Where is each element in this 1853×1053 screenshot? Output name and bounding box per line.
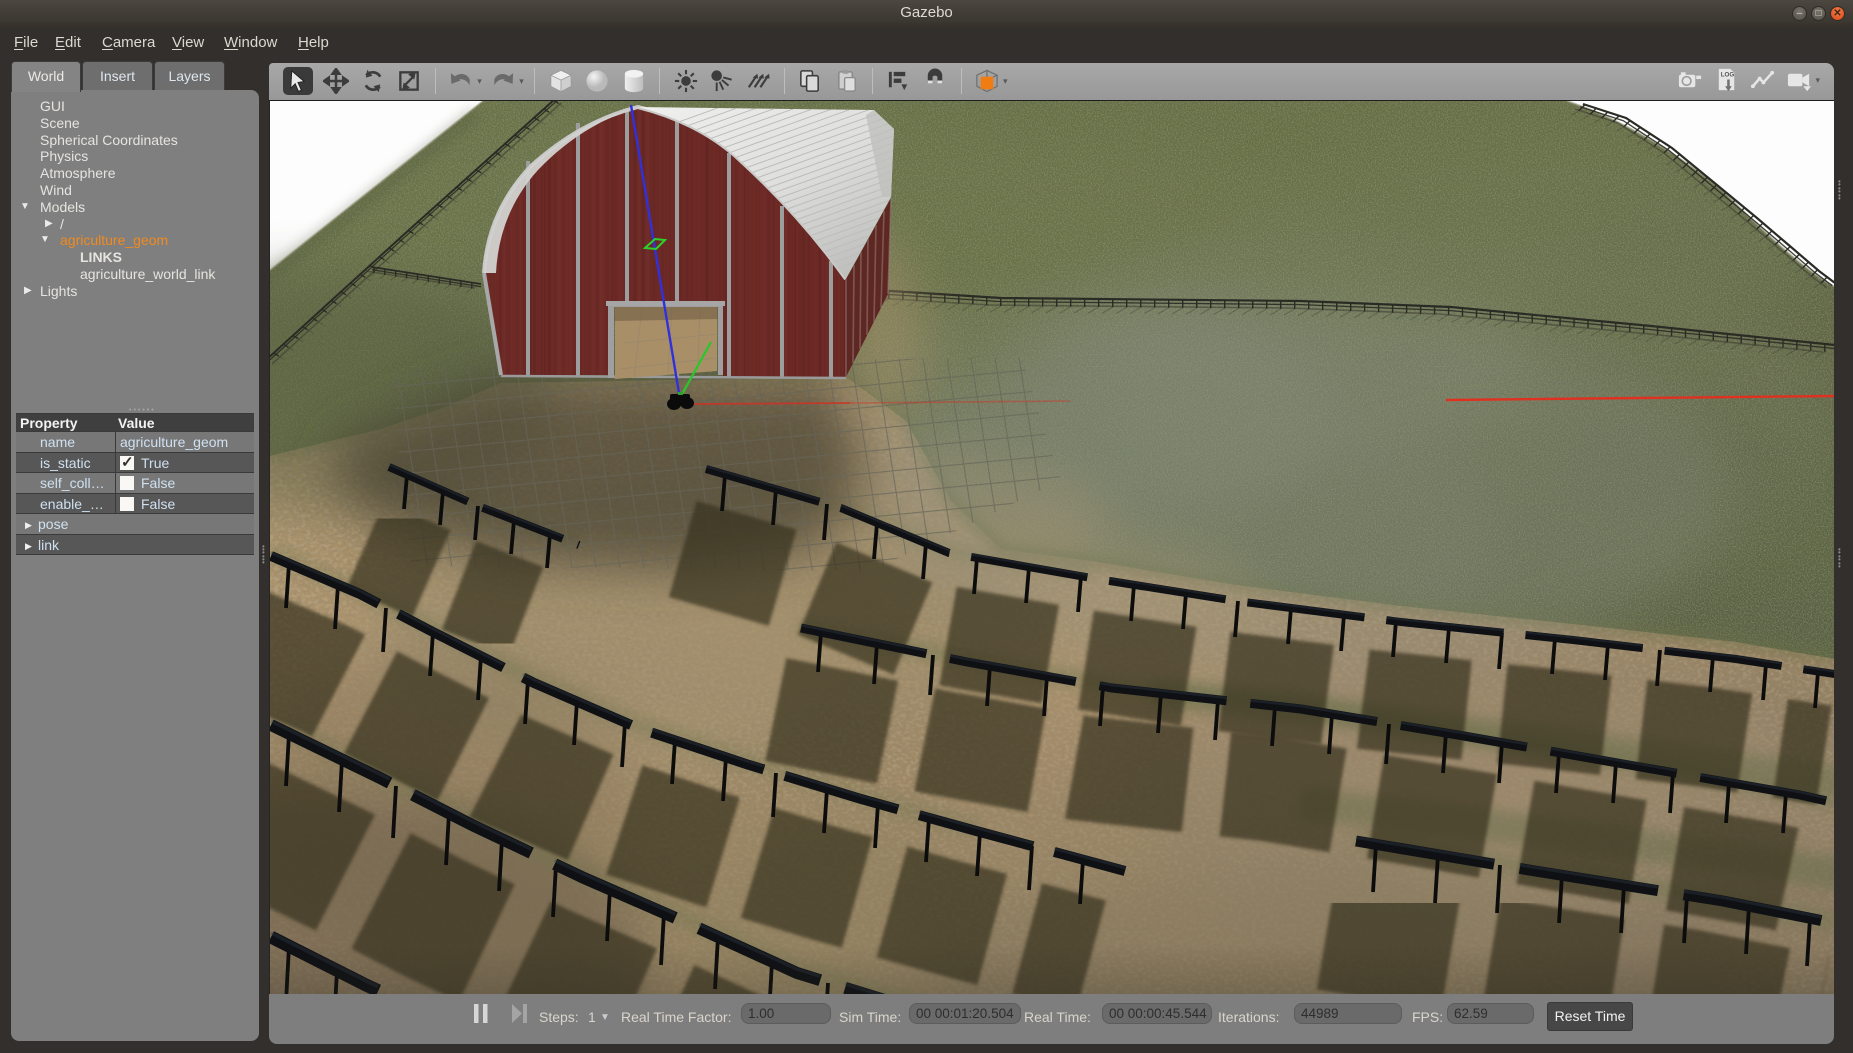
svg-text:LOG: LOG: [1720, 72, 1734, 79]
